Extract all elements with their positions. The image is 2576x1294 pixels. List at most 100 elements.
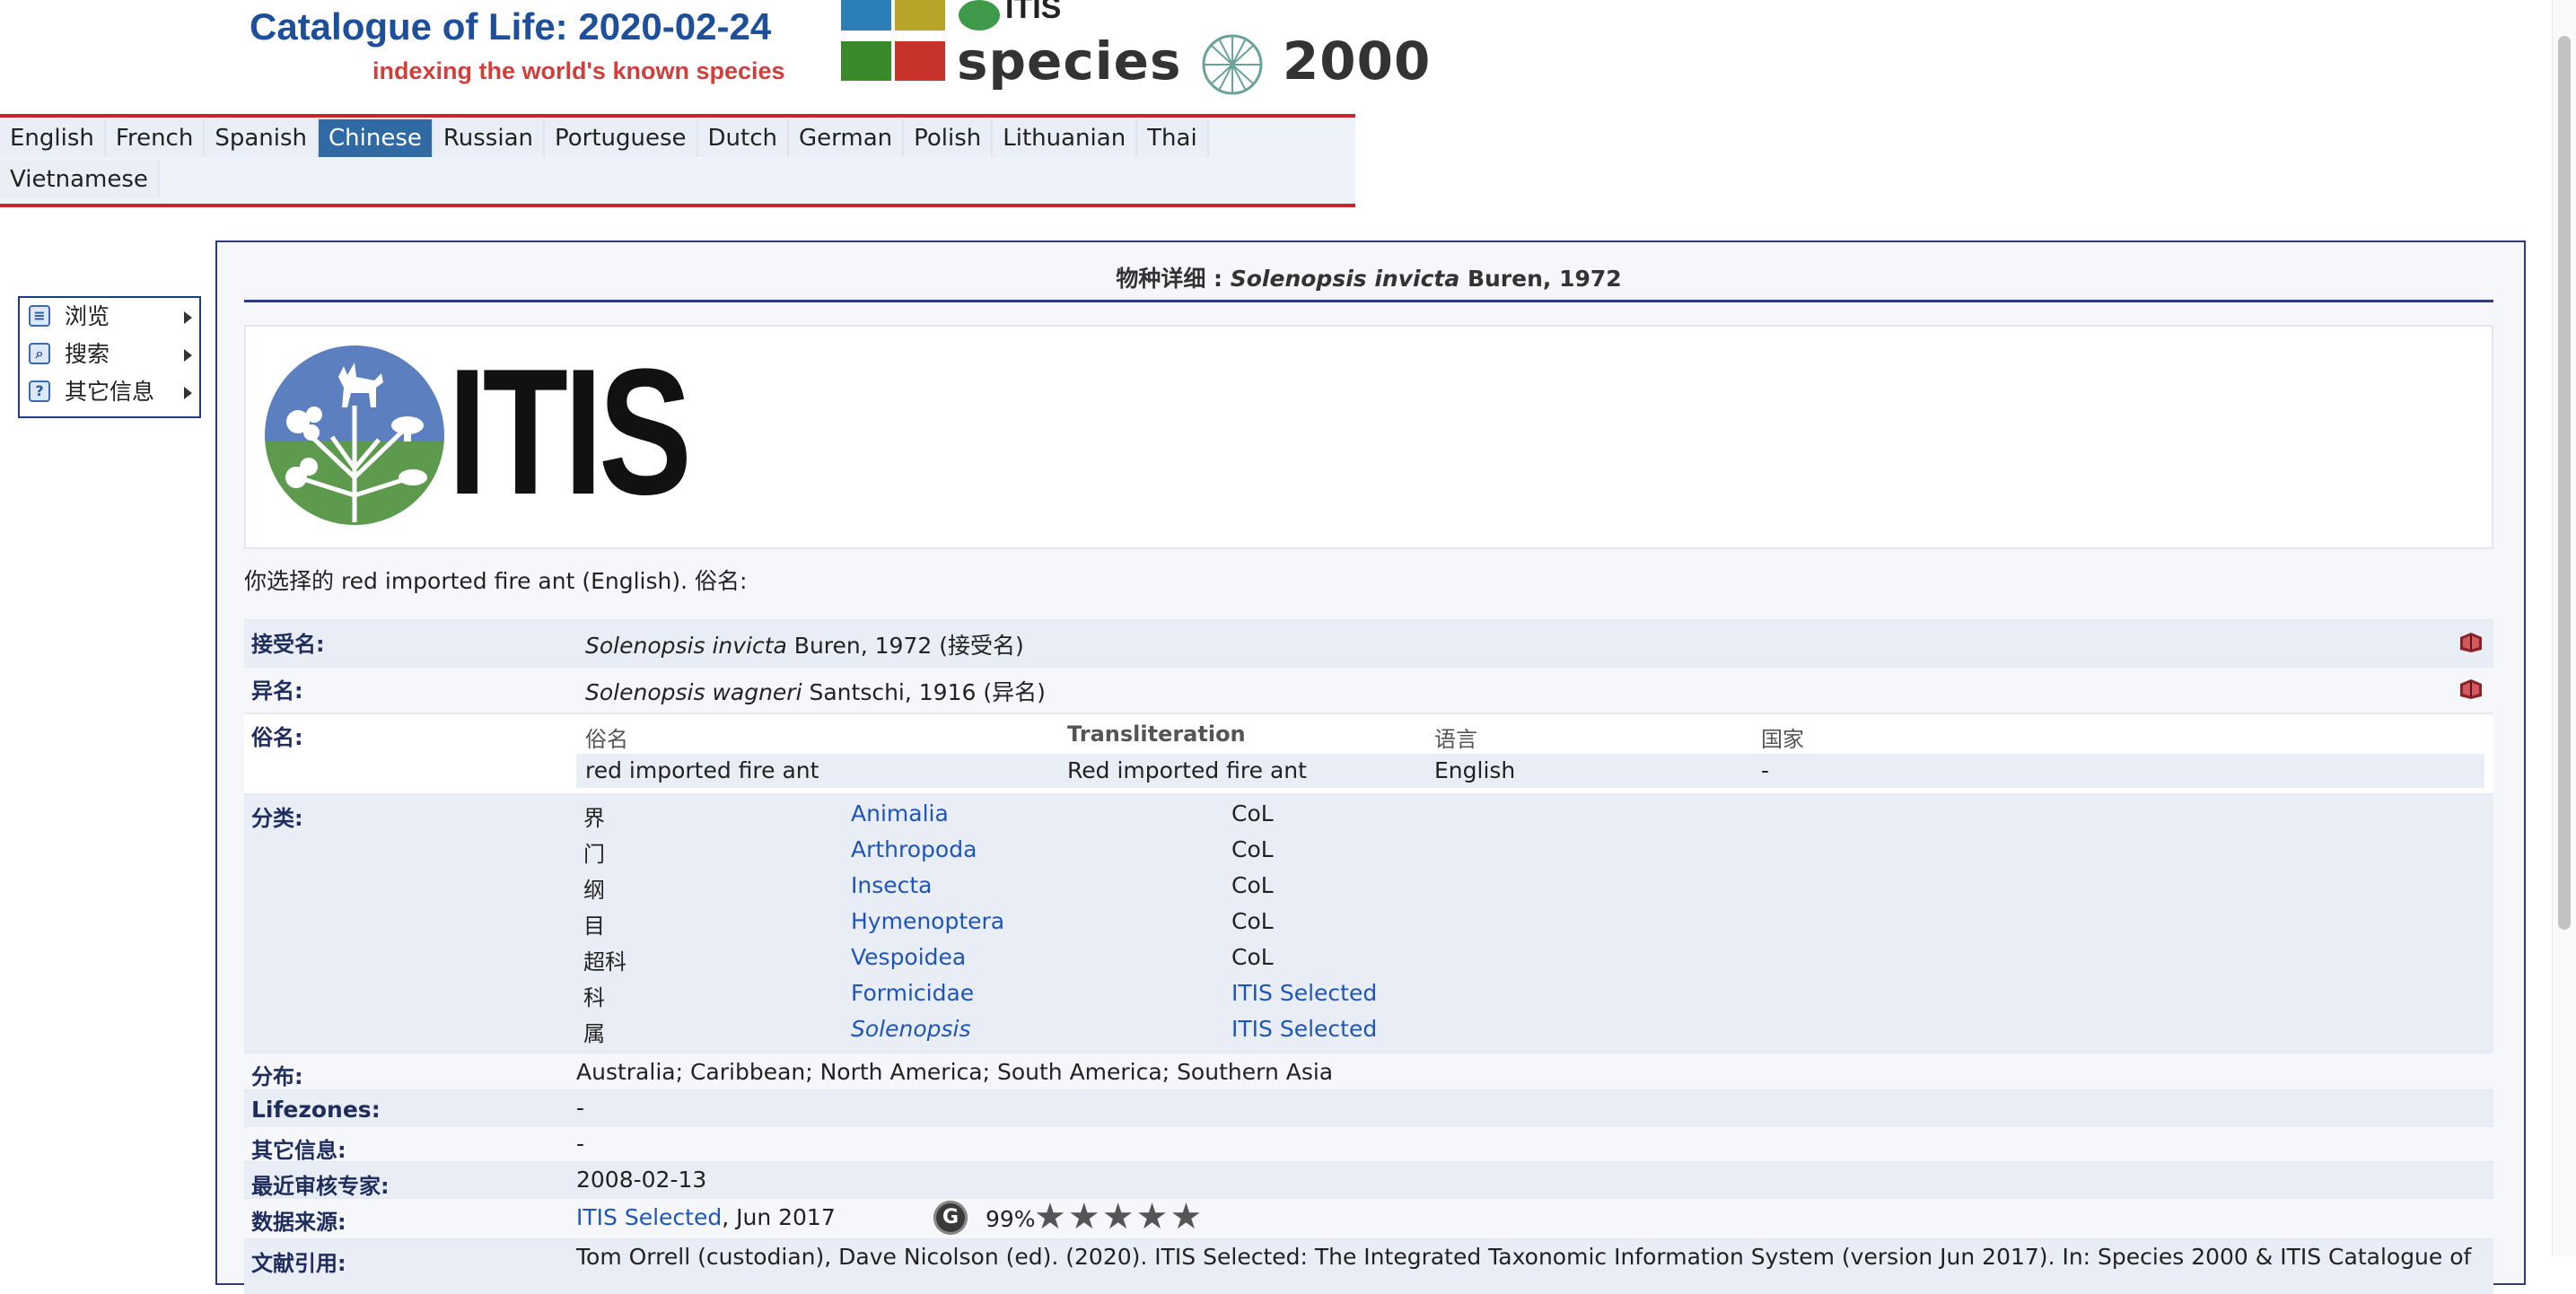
source-database-link[interactable]: ITIS Selected bbox=[576, 1204, 722, 1230]
star-icon: ★ bbox=[1067, 1196, 1100, 1237]
synonym-species-name: Solenopsis wagneri bbox=[585, 679, 802, 705]
language-tab-portuguese[interactable]: Portuguese bbox=[544, 119, 698, 157]
menu-item-label: 浏览 bbox=[65, 303, 110, 329]
taxon-name-link[interactable]: Arthropoda bbox=[851, 836, 977, 862]
language-tab-lithuanian[interactable]: Lithuanian bbox=[993, 119, 1138, 157]
accepted-name-value: Solenopsis invicta Buren, 1972 (接受名) bbox=[585, 628, 1024, 660]
menu-item-label: 其它信息 bbox=[65, 379, 155, 405]
classification-label: 分类: bbox=[251, 806, 303, 831]
species-detail-panel: 物种详细 : Solenopsis invicta Buren, 1972 IT… bbox=[215, 240, 2526, 1294]
language-tab-german[interactable]: German bbox=[789, 119, 905, 157]
selected-common-name-note: 你选择的 red imported fire ant (English). 俗名… bbox=[244, 568, 748, 594]
help-icon: ? bbox=[29, 380, 50, 402]
gsd-badge-letter: G bbox=[933, 1201, 968, 1235]
language-tab-vietnamese[interactable]: Vietnamese bbox=[0, 161, 160, 198]
language-cell: English bbox=[1434, 757, 1516, 783]
source-database-row: 数据来源: ITIS Selected, Jun 2017 G 99% ★★★★… bbox=[244, 1197, 2493, 1238]
taxon-rank: 属 bbox=[583, 1021, 605, 1046]
title-species-name: Solenopsis invicta bbox=[1230, 266, 1460, 292]
taxon-name-link[interactable]: Formicidae bbox=[851, 980, 974, 1006]
quality-percent: 99% bbox=[986, 1206, 1036, 1232]
classification-row: 分类: 界 Animalia CoL 门 Arthropoda CoL 纲 Insecta Co… bbox=[244, 793, 2493, 1052]
gsd-badge-icon: G bbox=[933, 1201, 968, 1235]
taxon-name-link[interactable]: Insecta bbox=[851, 872, 933, 898]
itis-emblem-icon bbox=[265, 345, 444, 525]
synonym-label: 异名: bbox=[251, 678, 303, 704]
menu-item-other-info[interactable]: ? 其它信息 bbox=[20, 373, 199, 411]
distribution-value: Australia; Caribbean; North America; Sou… bbox=[576, 1059, 1334, 1085]
species2000-logo: species 2000 bbox=[957, 31, 1431, 96]
species-logo-text: species bbox=[957, 31, 1182, 92]
site-tagline: indexing the world's known species bbox=[372, 57, 785, 84]
distribution-row: 分布: Australia; Caribbean; North America;… bbox=[244, 1052, 2493, 1089]
col-header-transliteration: Transliteration bbox=[1067, 721, 1246, 747]
menu-item-search[interactable]: ⌕ 搜索 bbox=[20, 336, 199, 373]
common-name-band bbox=[576, 754, 2484, 788]
taxon-name-link[interactable]: Hymenoptera bbox=[851, 908, 1004, 934]
accepted-name-row: 接受名: Solenopsis invicta Buren, 1972 (接受名… bbox=[244, 619, 2493, 666]
taxon-name-link[interactable]: Vespoidea bbox=[851, 944, 966, 970]
chevron-right-icon bbox=[184, 349, 192, 362]
other-info-value: - bbox=[576, 1131, 585, 1157]
language-tab-polish[interactable]: Polish bbox=[904, 119, 994, 157]
page-title: 物种详细 : Solenopsis invicta Buren, 1972 bbox=[244, 262, 2493, 302]
site-title[interactable]: Catalogue of Life: 2020-02-24 bbox=[250, 5, 771, 48]
source-database-value: ITIS Selected, Jun 2017 bbox=[576, 1204, 836, 1230]
taxon-source: CoL bbox=[1231, 908, 1274, 934]
magnifier-icon: ⌕ bbox=[29, 343, 50, 364]
chevron-right-icon bbox=[184, 387, 192, 399]
scrollbar-thumb[interactable] bbox=[2558, 36, 2571, 930]
language-tab-thai[interactable]: Thai bbox=[1137, 119, 1209, 157]
taxon-source: CoL bbox=[1231, 836, 1274, 862]
source-logo-box: ITIS bbox=[244, 325, 2493, 549]
logo-photo-tiles bbox=[841, 0, 945, 84]
page-scrollbar[interactable] bbox=[2552, 0, 2576, 1256]
language-tab-russian[interactable]: Russian bbox=[433, 119, 545, 157]
citation-label: 文献引用: bbox=[251, 1251, 346, 1276]
lifezones-value: - bbox=[576, 1095, 585, 1121]
taxon-rank: 门 bbox=[583, 842, 605, 867]
citation-value: Tom Orrell (custodian), Dave Nicolson (e… bbox=[576, 1244, 2472, 1270]
star-icon: ★ bbox=[1135, 1196, 1169, 1237]
other-info-row: 其它信息: - bbox=[244, 1125, 2493, 1163]
accepted-species-name: Solenopsis invicta bbox=[585, 633, 787, 659]
taxon-rank: 超科 bbox=[583, 949, 626, 975]
synonym-author-status: Santschi, 1916 (异名) bbox=[802, 679, 1046, 705]
reviewer-label: 最近审核专家: bbox=[251, 1174, 390, 1199]
language-tab-english[interactable]: English bbox=[0, 119, 106, 157]
accepted-name-label: 接受名: bbox=[251, 632, 325, 657]
taxon-source[interactable]: ITIS Selected bbox=[1231, 1016, 1377, 1042]
taxon-source: CoL bbox=[1231, 944, 1274, 970]
language-row-1: English French Spanish Chinese Russian Portug… bbox=[0, 119, 1209, 159]
language-tab-spanish[interactable]: Spanish bbox=[205, 119, 319, 157]
citation-row: 文献引用: Tom Orrell (custodian), Dave Nicol… bbox=[244, 1238, 2493, 1294]
language-tab-french[interactable]: French bbox=[105, 119, 206, 157]
common-names-row: 俗名: 俗名 Transliteration 语言 国家 red importe… bbox=[244, 713, 2493, 793]
reference-book-icon[interactable] bbox=[2458, 630, 2484, 653]
synonym-value: Solenopsis wagneri Santschi, 1916 (异名) bbox=[585, 675, 1046, 707]
star-icon: ★ bbox=[1170, 1196, 1203, 1237]
itis-logo-text: ITIS bbox=[448, 332, 692, 532]
lifezones-row: Lifezones: - bbox=[244, 1089, 2493, 1125]
reference-book-icon[interactable] bbox=[2458, 677, 2484, 700]
taxon-rank: 目 bbox=[583, 914, 605, 939]
reviewer-date-value: 2008-02-13 bbox=[576, 1167, 707, 1193]
itis-emblem-icon bbox=[959, 0, 1000, 31]
star-icon: ★ bbox=[1101, 1196, 1135, 1237]
col-header-country: 国家 bbox=[1761, 727, 1804, 752]
site-header: Catalogue of Life: 2020-02-24 indexing t… bbox=[0, 0, 1430, 113]
taxon-source[interactable]: ITIS Selected bbox=[1231, 980, 1377, 1006]
taxon-name-link[interactable]: Animalia bbox=[851, 800, 949, 826]
language-tab-chinese[interactable]: Chinese bbox=[319, 119, 434, 157]
taxon-source: CoL bbox=[1231, 872, 1274, 898]
itis-logo-text: ITIS bbox=[1005, 0, 1062, 25]
other-info-label: 其它信息: bbox=[251, 1138, 346, 1163]
taxon-name-link[interactable]: Solenopsis bbox=[851, 1016, 971, 1042]
menu-item-browse[interactable]: ≡ 浏览 bbox=[20, 298, 199, 336]
common-name-cell: red imported fire ant bbox=[585, 757, 819, 783]
language-tab-dutch[interactable]: Dutch bbox=[697, 119, 789, 157]
language-row-2: Vietnamese bbox=[0, 161, 160, 200]
language-bar: English French Spanish Chinese Russian Portug… bbox=[0, 114, 1355, 207]
accepted-author-status: Buren, 1972 (接受名) bbox=[786, 633, 1024, 659]
title-prefix: 物种详细 : bbox=[1116, 266, 1231, 292]
